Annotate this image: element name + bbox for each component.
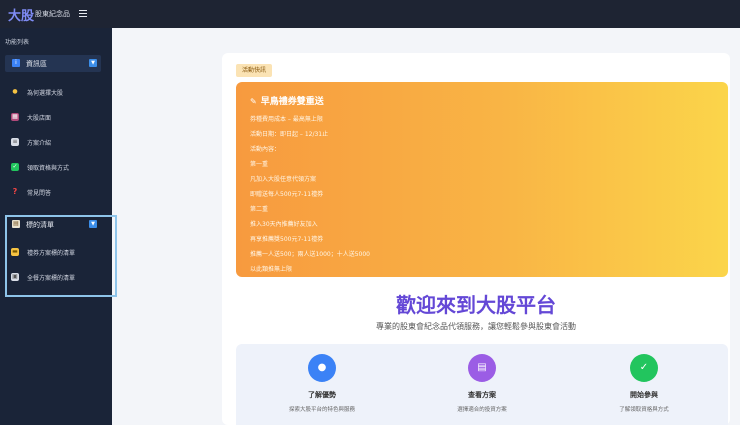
sidebar-item-label: 為何選擇大股 bbox=[27, 90, 64, 97]
lightbulb-icon: ● bbox=[12, 88, 18, 95]
feature-title: 開始參與 bbox=[630, 391, 658, 399]
feature-desc: 選擇適合的投資方案 bbox=[457, 407, 507, 413]
sidebar-item-why[interactable]: ● 為何選擇大股 bbox=[11, 87, 106, 99]
highlight-box bbox=[5, 215, 117, 297]
feature-desc: 探索大股平台的特色與服務 bbox=[288, 407, 355, 413]
chevron-down-icon[interactable]: ▼ bbox=[89, 59, 97, 67]
logo[interactable]: 大股 bbox=[8, 5, 34, 24]
features-panel: ● 了解優勢 探索大股平台的特色與服務 ▤ 查看方案 選擇適合的投資方案 ✓ 開… bbox=[236, 344, 728, 425]
feature-card-plans[interactable]: ▤ 查看方案 選擇適合的投資方案 bbox=[412, 344, 552, 425]
document-icon: ≡ bbox=[11, 138, 19, 146]
promo-line: 推入30天內推薦好友加入 bbox=[250, 221, 318, 228]
news-badge: 活動快訊 bbox=[236, 64, 273, 77]
info-icon: i bbox=[12, 59, 20, 67]
promo-line: 活動日期：即日起 – 12/31止 bbox=[250, 131, 329, 138]
lightbulb-icon: ● bbox=[308, 354, 336, 382]
sidebar-item-faq[interactable]: ? 常見問答 bbox=[11, 187, 106, 199]
promo-title: ✎ 早鳥禮券雙重送 bbox=[250, 94, 324, 107]
sidebar-item-eligibility[interactable]: ✓ 領取資格與方式 bbox=[11, 162, 106, 174]
promo-banner: ✎ 早鳥禮券雙重送 券種費用成本 – 最高無上限 活動日期：即日起 – 12/31… bbox=[236, 82, 728, 277]
hamburger-menu-icon[interactable] bbox=[79, 10, 87, 17]
top-bar: 大股 股東紀念品 bbox=[0, 0, 740, 28]
promo-line: 即贈送每人500元7-11禮券 bbox=[250, 191, 324, 198]
document-icon: ▤ bbox=[468, 354, 496, 382]
promo-line: 券種費用成本 – 最高無上限 bbox=[250, 116, 323, 123]
sidebar-item-plans[interactable]: ≡ 方案介紹 bbox=[11, 137, 106, 149]
sidebar-title: 功能列表 bbox=[5, 39, 30, 46]
feature-desc: 了解領取資格與方式 bbox=[619, 407, 669, 413]
question-icon: ? bbox=[12, 187, 18, 196]
promo-line: 活動內容： bbox=[250, 146, 281, 153]
site-subtitle: 股東紀念品 bbox=[35, 10, 70, 18]
promo-line: 以此類推無上限 bbox=[250, 266, 293, 273]
sidebar-item-label: 方案介紹 bbox=[27, 140, 52, 147]
feature-title: 了解優勢 bbox=[308, 391, 336, 399]
pencil-icon: ✎ bbox=[250, 97, 257, 106]
sidebar-item-label: 大股店面 bbox=[27, 115, 52, 122]
promo-line: 凡加入大股任意代領方案 bbox=[250, 176, 317, 183]
feature-title: 查看方案 bbox=[468, 391, 496, 399]
checkbox-icon: ✓ bbox=[630, 354, 658, 382]
promo-line: 第二重 bbox=[250, 206, 269, 213]
promo-line: 第一重 bbox=[250, 161, 269, 168]
sidebar-group-label: 資訊區 bbox=[26, 60, 47, 68]
promo-line: 再享推薦獎500元7-11禮券 bbox=[250, 236, 324, 243]
feature-card-start[interactable]: ✓ 開始參與 了解領取資格與方式 bbox=[574, 344, 714, 425]
feature-card-advantages[interactable]: ● 了解優勢 探索大股平台的特色與服務 bbox=[252, 344, 392, 425]
welcome-heading: 歡迎來到大股平台 bbox=[396, 293, 556, 317]
sidebar-item-store[interactable]: ▦ 大股店面 bbox=[11, 112, 106, 124]
sidebar-item-label: 領取資格與方式 bbox=[27, 165, 70, 172]
checkbox-icon: ✓ bbox=[11, 163, 19, 171]
welcome-subtitle: 專業的股東會紀念品代領服務，讓您輕鬆參與股東會活動 bbox=[376, 322, 576, 331]
sidebar-group-info[interactable]: i 資訊區 ▼ bbox=[5, 55, 101, 72]
promo-line: 推薦一人送500；兩人送1000；十人送5000 bbox=[250, 251, 370, 258]
sidebar-item-label: 常見問答 bbox=[27, 190, 52, 197]
promo-title-text: 早鳥禮券雙重送 bbox=[260, 97, 324, 107]
store-icon: ▦ bbox=[11, 113, 19, 121]
